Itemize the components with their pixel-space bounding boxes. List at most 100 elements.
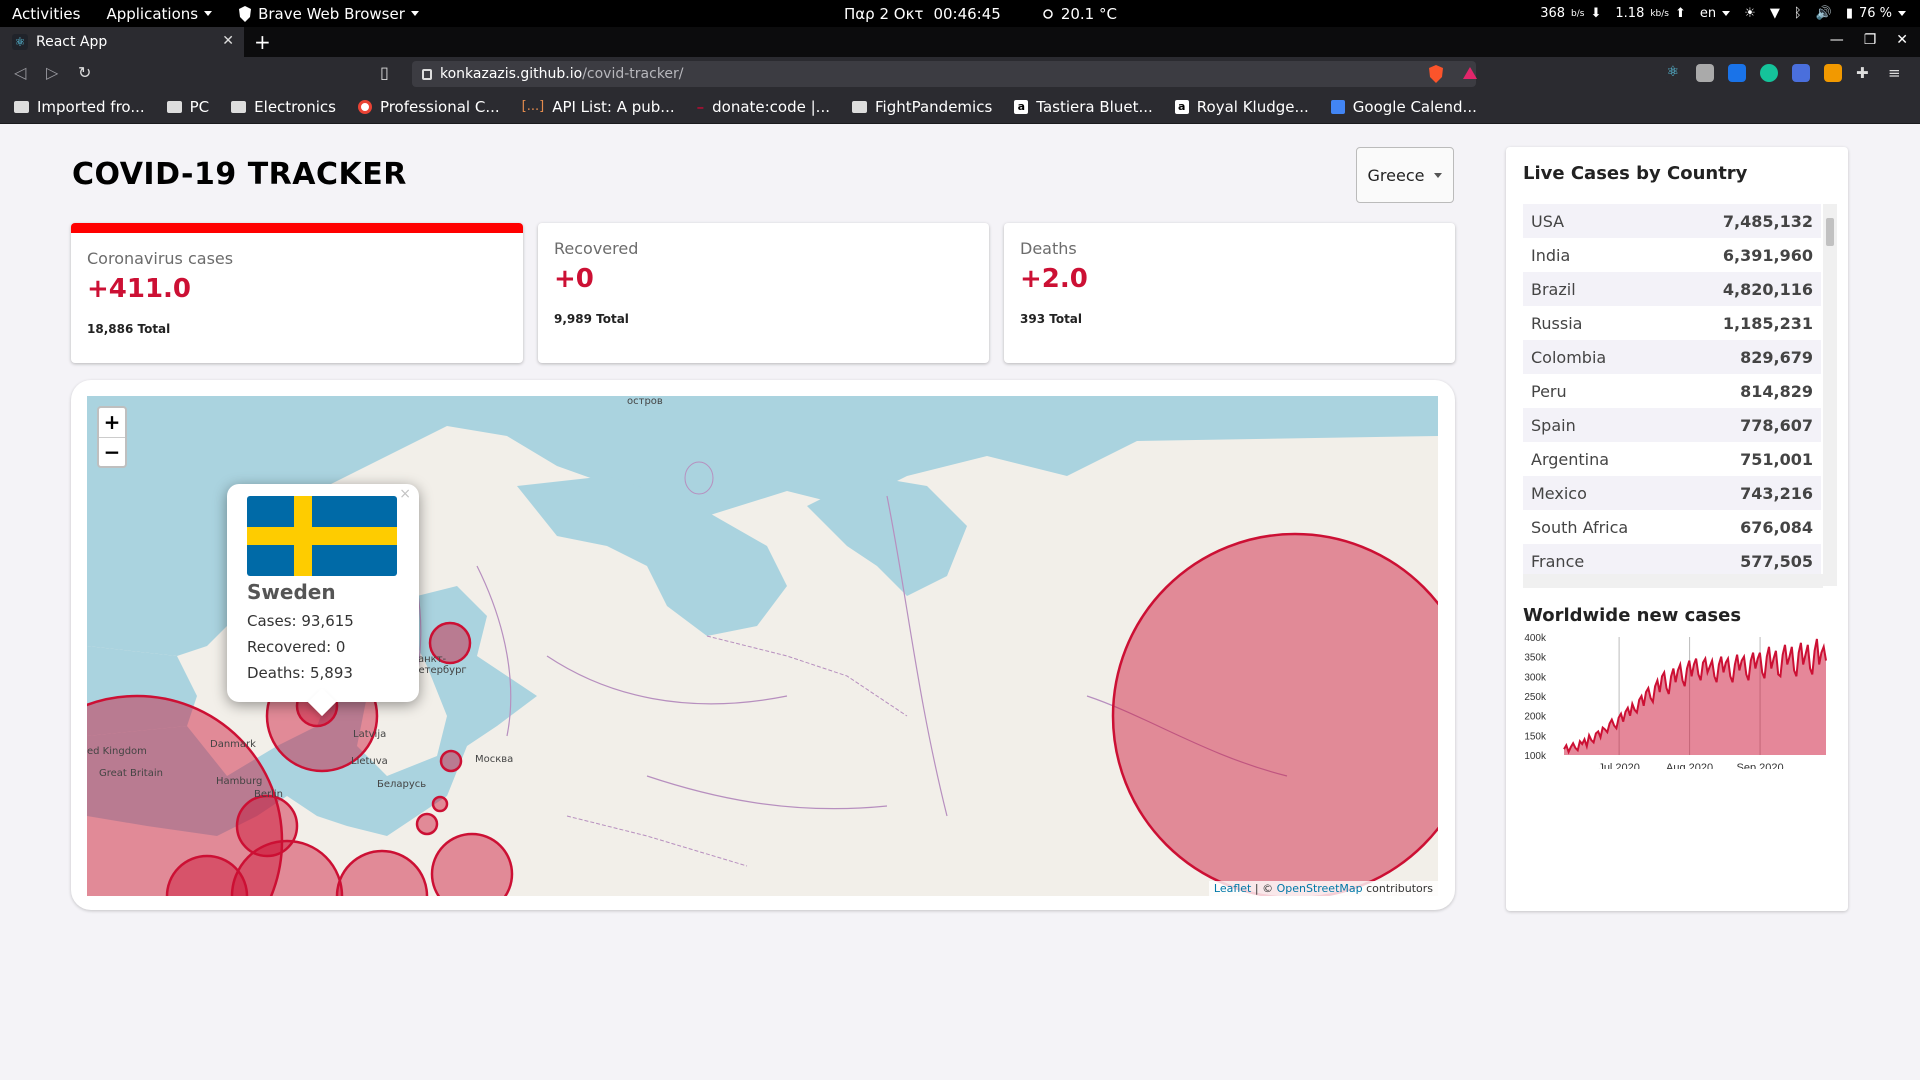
sweden-flag	[247, 496, 397, 576]
map-place-label: ed Kingdom	[87, 746, 147, 757]
page-title: COVID-19 TRACKER	[72, 157, 407, 192]
battery-indicator[interactable]: ▮ 76 %	[1846, 6, 1906, 21]
case-circle-latvia[interactable]	[431, 795, 449, 813]
menu-icon[interactable]: ≡	[1888, 64, 1906, 82]
bookmark-item[interactable]: Electronics	[231, 98, 336, 116]
bookmark-label: API List: A pub...	[552, 97, 675, 116]
row-country: France	[1531, 551, 1585, 571]
bookmark-item[interactable]: Imported fro...	[14, 98, 145, 116]
y-tick-label: 200k	[1524, 712, 1547, 723]
map-place-label: Berlin	[254, 789, 284, 800]
url-host: konkazazis.github.io	[440, 66, 583, 82]
case-circle-belarus[interactable]	[430, 832, 514, 896]
x-tick-label: Jul 2020	[1598, 762, 1640, 769]
row-cases: 829,679	[1740, 347, 1813, 367]
scrollbar-thumb[interactable]	[1826, 218, 1834, 246]
vertical-scrollbar[interactable]	[1823, 204, 1837, 586]
live-cases-table[interactable]: USA 7,485,132 India 6,391,960 Brazil 4,820,11…	[1523, 204, 1837, 588]
bookmark-item[interactable]: Professional C...	[357, 98, 500, 116]
bookmark-icon[interactable]: ▯	[380, 63, 389, 82]
cases-card[interactable]: Coronavirus cases +411.0 18,886 Total	[71, 223, 523, 363]
bookmark-item[interactable]: – donate:code |...	[697, 98, 830, 116]
table-row: France 577,505	[1523, 544, 1821, 578]
applications-menu[interactable]: Applications	[106, 5, 213, 23]
bookmark-item[interactable]: a Tastiera Bluet...	[1014, 98, 1153, 116]
table-row: Colombia 829,679	[1523, 340, 1821, 374]
net-down-indicator: 368 b/s ⬇	[1540, 6, 1601, 21]
chevron-down-icon	[204, 11, 213, 16]
net-down-unit: b/s	[1571, 8, 1585, 19]
row-cases: 814,829	[1740, 381, 1813, 401]
map-attribution: Leaflet | © OpenStreetMap contributors	[1208, 881, 1438, 896]
table-row: Brazil 4,820,116	[1523, 272, 1821, 306]
chevron-down-icon	[410, 11, 419, 16]
brave-shields-icon[interactable]	[1428, 65, 1444, 83]
grammarly-icon[interactable]	[1760, 64, 1778, 82]
map-place-label: Москва	[475, 754, 514, 765]
bookmark-item[interactable]: PC	[166, 98, 209, 116]
zoom-in-button[interactable]: +	[99, 408, 125, 437]
leaflet-map[interactable]: островSuomiOsloStockholmHelsinkiСанкт-Пе…	[87, 396, 1438, 896]
reload-icon[interactable]: ↻	[78, 63, 91, 82]
y-tick-label: 250k	[1524, 692, 1547, 703]
new-tab-button[interactable]: +	[254, 30, 271, 54]
row-country: Brazil	[1531, 279, 1576, 299]
bookmark-label: Imported fro...	[37, 97, 145, 116]
bookmark-item[interactable]: a Royal Kludge...	[1174, 98, 1309, 116]
case-circle-lithuania[interactable]	[415, 812, 439, 836]
x-tick-label: Aug 2020	[1666, 762, 1713, 769]
close-icon[interactable]: ✕	[222, 33, 234, 49]
live-cases-title: Live Cases by Country	[1523, 163, 1748, 184]
osm-link[interactable]: OpenStreetMap	[1277, 882, 1363, 895]
deaths-card[interactable]: Deaths +2.0 393 Total	[1004, 223, 1455, 363]
close-window-icon[interactable]: ✕	[1896, 32, 1908, 48]
country-select[interactable]: Greece	[1356, 147, 1454, 203]
back-icon[interactable]: ◁	[14, 63, 26, 82]
case-circle-russia[interactable]	[1111, 532, 1438, 896]
bluetooth-icon: ᛒ	[1793, 6, 1802, 21]
bookmark-item[interactable]: Google Calend...	[1330, 98, 1477, 116]
react-devtools-icon[interactable]: ⚛	[1664, 64, 1682, 82]
clock[interactable]: Παρ 2 Οκτ 00:46:45 20.1 °C	[844, 0, 1117, 27]
weather-icon	[1043, 8, 1053, 19]
table-rows: USA 7,485,132 India 6,391,960 Brazil 4,820,11…	[1523, 204, 1837, 578]
leaflet-link[interactable]: Leaflet	[1214, 882, 1251, 895]
case-circle-poland[interactable]	[335, 849, 429, 896]
battery-label: 76 %	[1858, 6, 1892, 21]
tab-bar: ⚛ React App ✕ + — ❐ ✕	[0, 27, 1920, 57]
brave-rewards-icon[interactable]	[1462, 65, 1478, 81]
close-icon[interactable]: ×	[399, 486, 411, 502]
app-menu[interactable]: Brave Web Browser	[238, 5, 419, 23]
activities-button[interactable]: Activities	[12, 5, 80, 23]
google-icon	[357, 99, 372, 114]
minimize-icon[interactable]: —	[1830, 32, 1844, 48]
y-tick-label: 350k	[1524, 653, 1547, 664]
restore-icon[interactable]: ❐	[1864, 32, 1877, 48]
weather-indicator[interactable]: 20.1 °C	[1041, 5, 1117, 23]
translate-icon[interactable]	[1792, 64, 1810, 82]
map-place-label: Danmark	[210, 739, 256, 750]
bookmark-item[interactable]: [...] API List: A pub...	[522, 98, 675, 116]
extension-s-icon[interactable]	[1728, 64, 1746, 82]
volume-icon: 🔊	[1815, 6, 1832, 21]
tab-react-app[interactable]: ⚛ React App ✕	[0, 27, 244, 57]
horizontal-scrollbar[interactable]	[1523, 574, 1823, 588]
url-input[interactable]: konkazazis.github.io/covid-tracker/	[412, 61, 1476, 87]
table-row: Peru 814,829	[1523, 374, 1821, 408]
puzzle-icon[interactable]: ✚	[1856, 64, 1874, 82]
forward-icon[interactable]: ▷	[46, 63, 58, 82]
honey-icon[interactable]	[1824, 64, 1842, 82]
recovered-card[interactable]: Recovered +0 9,989 Total	[538, 223, 989, 363]
row-country: Peru	[1531, 381, 1567, 401]
extension-icon[interactable]	[1696, 64, 1714, 82]
extensions-toolbar: ⚛ ✚ ≡	[1664, 64, 1906, 82]
net-up-value: 1.18	[1615, 6, 1645, 21]
row-cases: 6,391,960	[1722, 245, 1813, 265]
language-indicator[interactable]: en	[1700, 6, 1731, 21]
wifi-icon: ▼	[1769, 6, 1780, 21]
zoom-out-button[interactable]: −	[99, 437, 125, 466]
bookmark-item[interactable]: FightPandemics	[852, 98, 992, 116]
case-circle-estonia[interactable]	[439, 749, 463, 773]
bookmarks-bar: Imported fro... PC Electronics Professional…	[0, 90, 1920, 124]
arrow-up-icon: ⬆	[1675, 6, 1686, 21]
